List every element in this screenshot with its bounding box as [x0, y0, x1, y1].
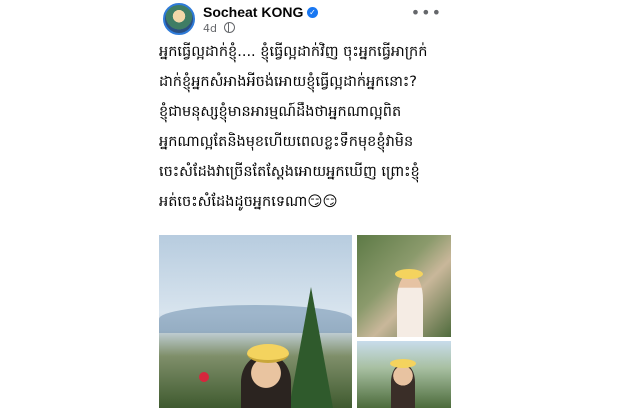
post-header: Socheat KONG ✓ 4d •••	[163, 3, 455, 39]
photo-red-flower	[199, 372, 209, 382]
photo-main[interactable]	[159, 235, 352, 408]
author-name[interactable]: Socheat KONG	[203, 4, 303, 20]
photo-grid	[159, 235, 451, 408]
post-text-line: ដាក់ខ្ញុំអ្នកសំអាងអីចង់អោយខ្ញុំធ្វើល្អដា…	[159, 74, 417, 90]
globe-icon[interactable]	[224, 22, 236, 33]
photo-sun-visor	[390, 359, 416, 368]
post-text: អ្នកធ្វើល្អដាក់ខ្ញុំ.... ខ្ញុំធ្វើល្អដាក…	[159, 37, 451, 217]
post-text-line: ខ្ញុំជាមនុស្សខ្ញុំមានអារម្មណ៍ដឹងថាអ្នកណា…	[159, 104, 402, 120]
author-avatar[interactable]	[163, 3, 195, 35]
verified-badge-icon: ✓	[307, 7, 318, 18]
photo-sun-visor	[395, 269, 423, 279]
post-time[interactable]: 4d	[203, 22, 217, 35]
post-text-line: ចេះសំដែងវាច្រើនតែស្តែងអោយអ្នកឃើញ ព្រោះខ្…	[159, 164, 420, 180]
photo-side-top[interactable]	[357, 235, 451, 337]
post-text-line: អ្នកធ្វើល្អដាក់ខ្ញុំ.... ខ្ញុំធ្វើល្អដាក…	[159, 44, 428, 60]
photo-sun-visor	[247, 344, 289, 363]
photo-woman-standing	[397, 275, 423, 337]
post-meta: 4d	[203, 22, 236, 35]
more-options-icon[interactable]: •••	[411, 3, 442, 22]
photo-pine-tree	[289, 287, 333, 408]
photo-woman-selfie	[391, 365, 415, 408]
facebook-post: Socheat KONG ✓ 4d ••• អ្នកធ្វើល្អដាក់ខ្ញ…	[155, 0, 455, 408]
post-text-line: អ្នកណាល្អតែនិងមុខហើយពេលខ្លះទឹកមុខខ្ញុំវា…	[159, 134, 414, 150]
post-text-line: អត់ចេះសំដែងដូចអ្នកទេណា😏😏	[159, 194, 338, 210]
photo-side-bottom[interactable]	[357, 341, 451, 408]
